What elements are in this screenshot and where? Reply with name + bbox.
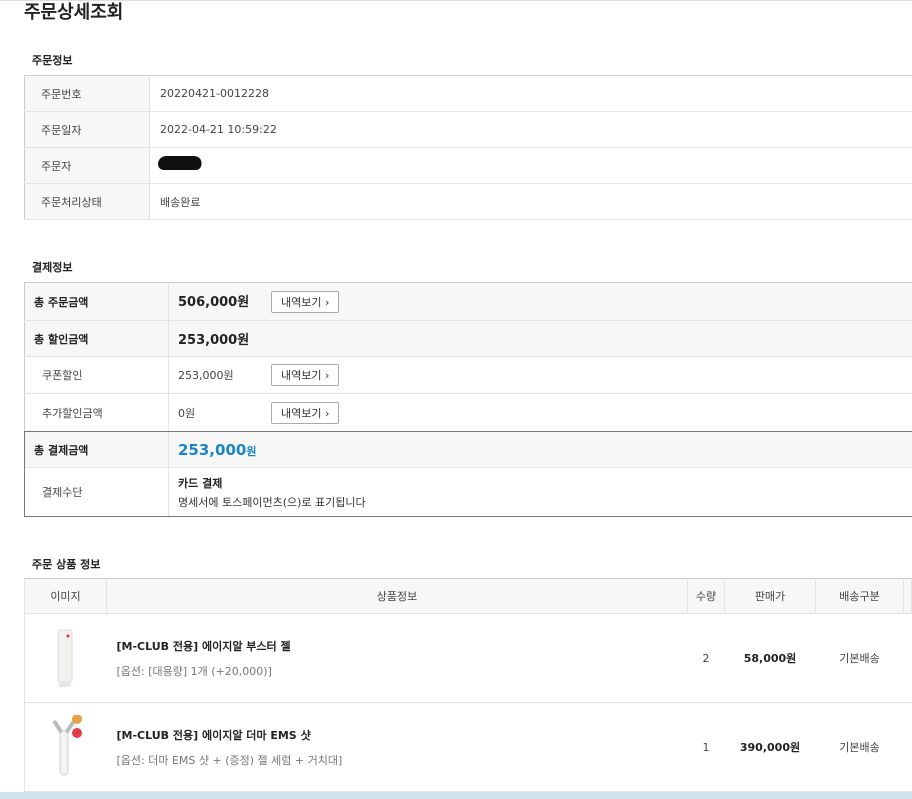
product-option: [옵션: 더마 EMS 샷 + (증정) 젤 세럼 + 거치대] (116, 753, 343, 767)
col-image: 이미지 (24, 578, 107, 614)
coupon-label: 쿠폰할인 (24, 356, 169, 394)
col-price: 판매가 (724, 578, 816, 614)
product-price: 58,000원 (724, 613, 816, 703)
order-info-heading: 주문정보 (32, 54, 73, 67)
payment-method-note: 명세서에 토스페이먼츠(으)로 표기됩니다 (178, 495, 366, 509)
order-info-table: 주문번호 20220421-0012228 주문일자 2022-04-21 10:5… (24, 75, 912, 220)
extra-discount-value: 0원 (178, 406, 196, 420)
bottom-bar (0, 792, 912, 799)
col-shipping: 배송구분 (815, 578, 904, 614)
coupon-detail-button[interactable]: 내역보기 › (271, 364, 340, 386)
product-name[interactable]: [M-CLUB 전용] 에이지알 부스터 젤 (117, 638, 688, 654)
order-status-value: 배송완료 (149, 183, 912, 220)
table-row: [M-CLUB 전용] 에이지알 부스터 젤 [옵션: [대용량] 1개 (+20… (24, 613, 912, 703)
orderer-label: 주문자 (24, 147, 150, 184)
top-divider (0, 0, 912, 1)
products-heading: 주문 상품 정보 (32, 558, 101, 571)
product-shipping: 기본배송 (815, 702, 904, 792)
payment-method-value: 카드 결제 (178, 476, 223, 490)
extra-discount-detail-button[interactable]: 내역보기 › (271, 401, 340, 424)
total-paid-value: 253,000원 (178, 441, 256, 459)
page-title: 주문상세조회 (24, 2, 124, 23)
product-option: [옵션: [대용량] 1개 (+20,000)] (116, 664, 272, 678)
product-image-ems[interactable] (46, 713, 86, 777)
product-name[interactable]: [M-CLUB 전용] 에이지알 더마 EMS 샷 (117, 727, 688, 743)
product-image-gel[interactable] (46, 626, 86, 688)
order-date-value: 2022-04-21 10:59:22 (149, 111, 912, 148)
payment-heading: 결제정보 (32, 261, 73, 274)
total-discount-value: 253,000원 (178, 333, 250, 348)
product-shipping: 기본배송 (815, 613, 904, 703)
col-product-info: 상품정보 (106, 578, 688, 614)
payment-method-label: 결제수단 (24, 467, 169, 517)
col-qty: 수량 (687, 578, 725, 614)
product-price: 390,000원 (724, 702, 816, 792)
table-row: [M-CLUB 전용] 에이지알 더마 EMS 샷 [옵션: 더마 EMS 샷 +… (24, 702, 912, 792)
order-date-label: 주문일자 (24, 111, 150, 148)
total-discount-label: 총 할인금액 (24, 320, 169, 357)
total-order-label: 총 주문금액 (24, 282, 169, 321)
payment-table: 총 주문금액 506,000원 내역보기 › 총 할인금액 253,000원 쿠폰할인… (24, 282, 912, 517)
order-status-label: 주문처리상태 (24, 183, 150, 220)
total-paid-amount: 253,000 (178, 440, 247, 459)
total-paid-label: 총 결제금액 (24, 431, 169, 468)
extra-discount-label: 추가할인금액 (24, 393, 169, 432)
order-number-label: 주문번호 (24, 75, 150, 112)
order-number-value: 20220421-0012228 (149, 75, 912, 112)
total-order-value: 506,000원 (178, 294, 250, 310)
redacted-name (156, 156, 204, 170)
product-qty: 2 (687, 613, 725, 703)
products-table: 이미지 상품정보 수량 판매가 배송구분 [M-CLUB 전용] 에이지알 부스… (24, 578, 912, 792)
product-qty: 1 (687, 702, 725, 792)
total-order-detail-button[interactable]: 내역보기 › (271, 290, 340, 313)
total-paid-unit: 원 (246, 444, 257, 458)
orderer-value (149, 147, 912, 184)
coupon-value: 253,000원 (178, 369, 234, 382)
col-extra (903, 578, 912, 614)
